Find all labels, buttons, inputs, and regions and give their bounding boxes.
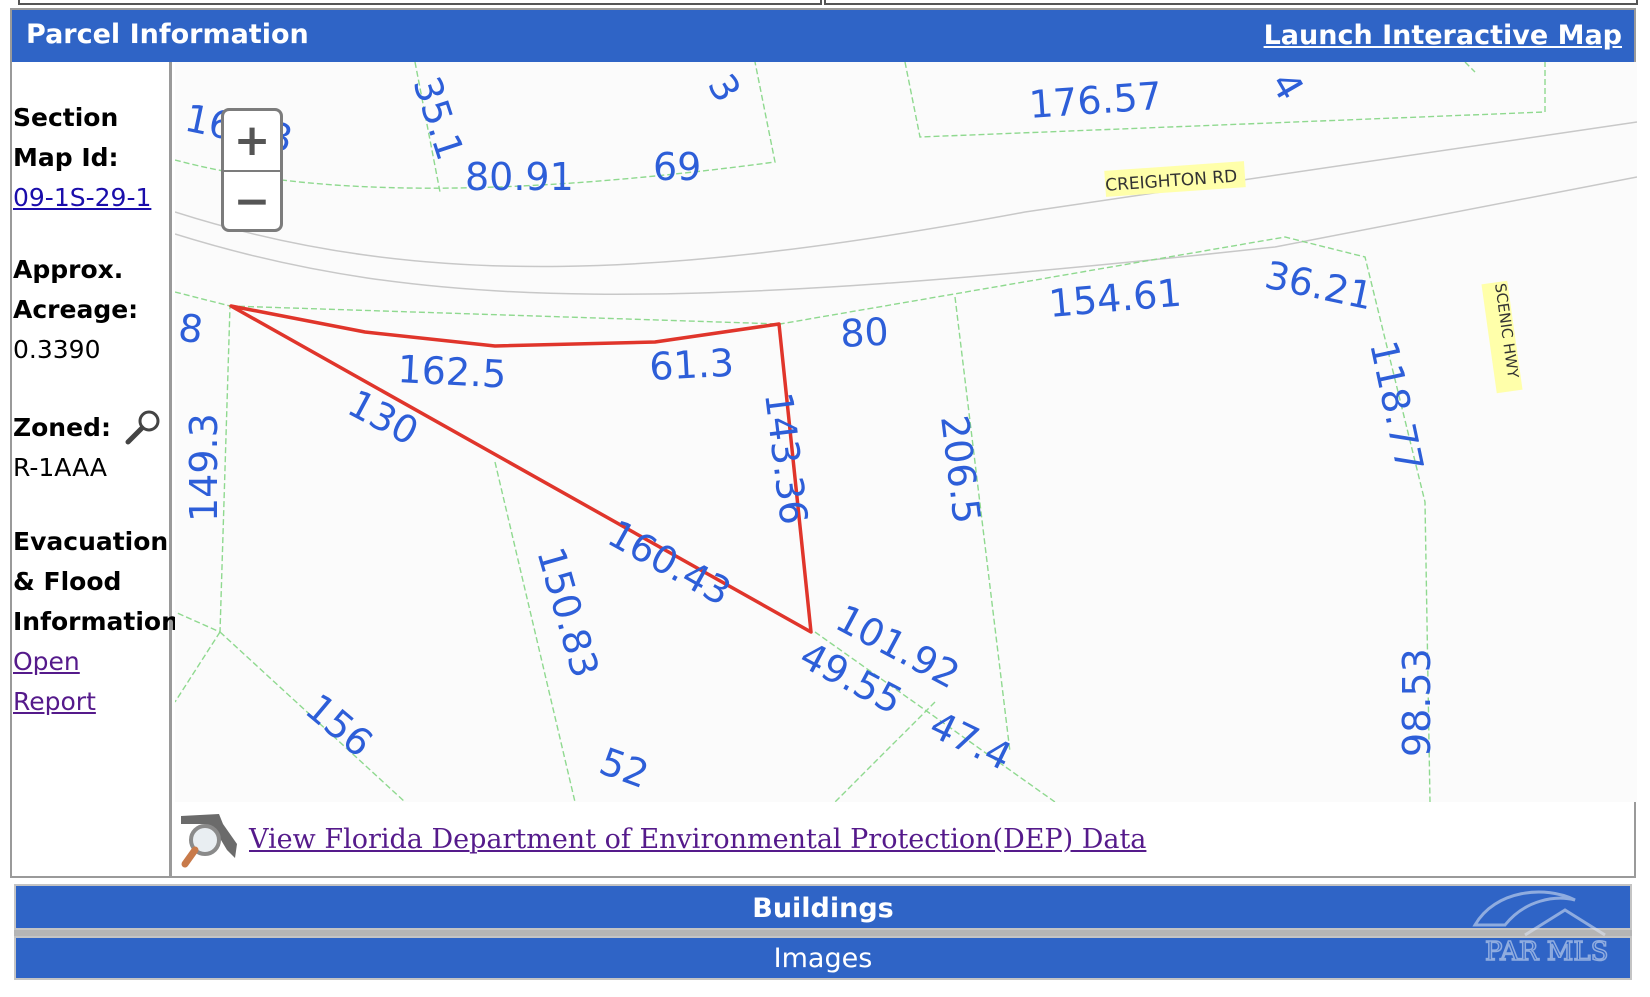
acreage-label-2: Acreage: — [13, 295, 139, 324]
evacuation-label-2: & Flood — [13, 567, 122, 596]
acreage-label: Approx. — [13, 255, 124, 284]
zoned-block: Zoned: R-1AAA — [13, 408, 171, 488]
mls-watermark-logo: PAR MLS — [1465, 885, 1635, 989]
dim-162-5: 162.5 — [397, 347, 508, 397]
top-edge-fragments — [0, 0, 1650, 6]
open-report-link[interactable]: Open — [13, 642, 171, 682]
dim-69: 69 — [653, 145, 701, 189]
dep-data-row: View Florida Department of Environmental… — [175, 810, 1175, 870]
section-map-label-2: Map Id: — [13, 143, 119, 172]
buildings-section-bar[interactable]: Buildings — [14, 884, 1632, 930]
map-zoom-control: + − — [221, 108, 283, 232]
acreage-block: Approx. Acreage: 0.3390 — [13, 250, 171, 370]
section-map-block: Section Map Id: 09-1S-29-1 — [13, 98, 171, 218]
parcel-map-canvas: CREIGHTON RD SCENIC HWY 16.33 35.1 3 176… — [175, 62, 1637, 802]
images-section-bar[interactable]: Images — [14, 936, 1632, 980]
acreage-value: 0.3390 — [13, 335, 101, 364]
section-map-label: Section — [13, 103, 119, 132]
top-tab-right — [824, 0, 1638, 5]
launch-interactive-map-link[interactable]: Launch Interactive Map — [1264, 20, 1622, 51]
parcel-information-panel: Parcel Information Launch Interactive Ma… — [10, 8, 1637, 878]
section-map-id-link[interactable]: 09-1S-29-1 — [13, 178, 171, 218]
panel-header: Parcel Information Launch Interactive Ma… — [12, 10, 1634, 62]
dim-80: 80 — [839, 310, 890, 356]
dep-data-link[interactable]: View Florida Department of Environmental… — [249, 824, 1146, 855]
zoom-out-button[interactable]: − — [224, 172, 280, 231]
panel-title: Parcel Information — [26, 19, 309, 50]
parcel-sidebar: Section Map Id: 09-1S-29-1 Approx. Acrea… — [12, 62, 179, 876]
dim-80-91: 80.91 — [465, 155, 574, 199]
parcel-map[interactable]: CREIGHTON RD SCENIC HWY 16.33 35.1 3 176… — [175, 62, 1637, 802]
florida-magnifier-icon — [179, 810, 241, 876]
top-tab-left — [18, 0, 822, 5]
evacuation-block: Evacuation & Flood Information Open Repo… — [13, 522, 179, 722]
evacuation-label: Evacuation — [13, 527, 169, 556]
dim-149-3: 149.3 — [182, 413, 226, 522]
zoned-row: Zoned: — [13, 408, 171, 448]
dim-61-3: 61.3 — [648, 341, 735, 389]
zoning-magnifier-icon[interactable] — [123, 408, 163, 460]
mls-watermark-text: PAR MLS — [1485, 937, 1608, 967]
dim-176-57: 176.57 — [1028, 74, 1164, 127]
open-report-link-2[interactable]: Report — [13, 682, 171, 722]
evacuation-label-3: Information — [13, 607, 179, 636]
dim-98-53: 98.53 — [1395, 648, 1439, 757]
zoom-in-button[interactable]: + — [224, 111, 280, 172]
